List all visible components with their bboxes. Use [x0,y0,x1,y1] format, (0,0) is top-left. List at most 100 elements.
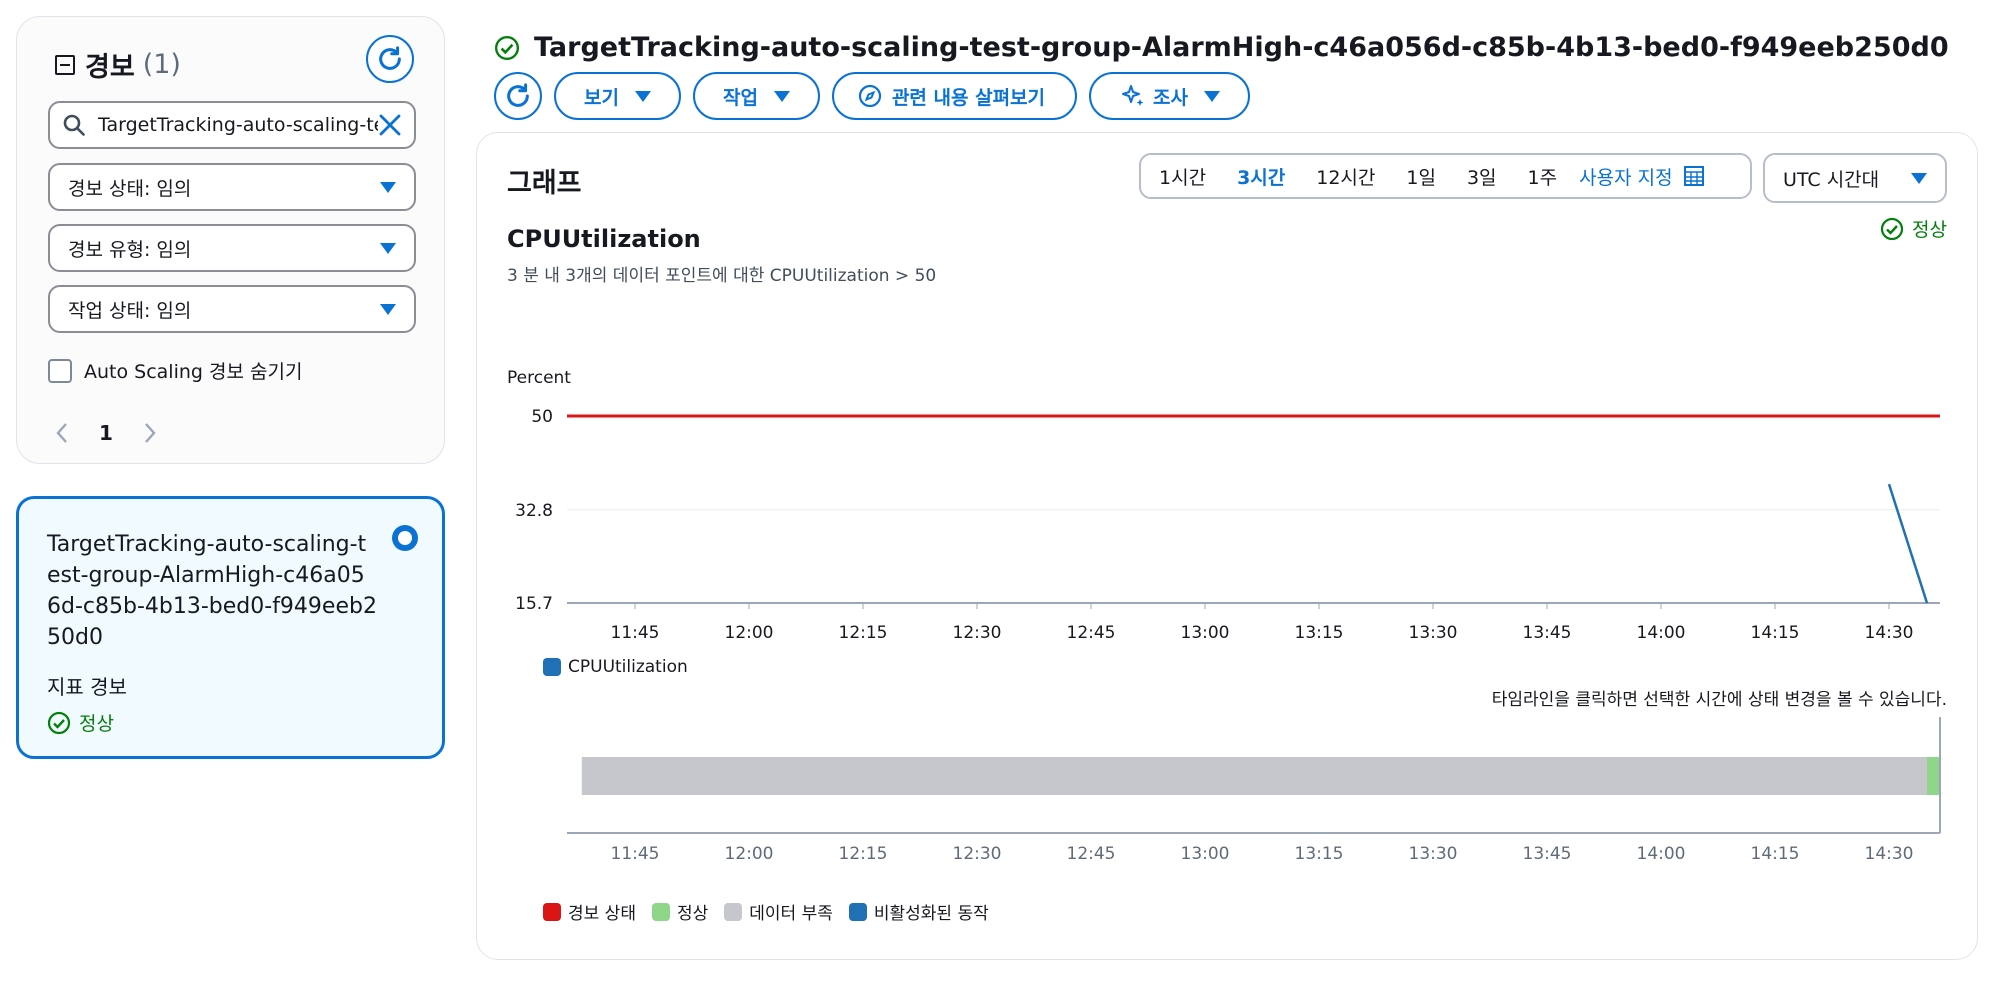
alarm-card[interactable]: TargetTracking-auto-scaling-test-group-A… [16,496,445,759]
caret-down-icon [1203,90,1220,102]
range-custom[interactable]: 사용자 지정 [1579,163,1704,190]
alarm-toolbar: 보기 작업 관련 내용 살펴보기 조사 [494,72,1262,120]
timeline-tick-label: 12:30 [953,844,1002,864]
chevron-left-icon[interactable] [55,422,69,444]
timeline-tick-label: 11:45 [611,844,660,864]
panel-refresh-button[interactable] [366,35,414,83]
view-button[interactable]: 보기 [554,72,681,120]
alarm-count: (1) [142,49,181,80]
timeline-tick-label: 12:15 [839,844,888,864]
caret-down-icon [380,242,396,254]
metric-chart[interactable]: Percent 50 32.8 15.7 11:45 11:45 12:00 12:00 12:… [477,133,1979,961]
clear-icon[interactable] [378,113,402,137]
collapse-icon[interactable] [55,54,75,75]
series-line [1887,483,1929,604]
y-tick-label: 50 [531,407,553,427]
timezone-select[interactable]: UTC 시간대 [1763,153,1947,203]
timeline-tick-label: 13:15 [1295,844,1344,864]
status-ok-icon [494,35,520,60]
range-1h[interactable]: 1시간 [1159,163,1206,190]
caret-down-icon [773,90,790,102]
x-tick-label: 13:00 [1181,623,1230,643]
y-tick-label: 15.7 [515,594,553,614]
page-title: TargetTracking-auto-scaling-test-group-A… [534,32,1949,63]
range-1d[interactable]: 1일 [1406,163,1436,190]
x-tick-label: 12:15 [839,623,888,643]
metric-legend-label: CPUUtilization [568,657,688,677]
range-12h[interactable]: 12시간 [1316,163,1375,190]
refresh-icon [507,83,529,107]
search-icon [63,114,85,136]
x-tick-label: 13:15 [1295,623,1344,643]
investigate-label: 조사 [1153,86,1188,109]
range-3h[interactable]: 3시간 [1237,163,1285,190]
x-tick-label: 14:00 [1637,623,1686,643]
alarm-type-select[interactable]: 경보 유형: 임의 [48,224,416,272]
alarm-filter-panel: 경보 (1) 경보 상태: 임의 경보 유형: 임의 작업 상태: 임의 Aut… [16,16,445,464]
timeline-tick-label: 13:45 [1523,844,1572,864]
state-legend-label: 경보 상태 [568,904,636,924]
alarm-state-select-label: 경보 상태: 임의 [68,177,192,200]
legend-swatch [543,658,561,676]
caret-down-icon [634,90,651,102]
range-custom-label: 사용자 지정 [1579,166,1673,189]
page-header: TargetTracking-auto-scaling-test-group-A… [494,32,1949,63]
search-input[interactable] [98,114,378,136]
metric-state: 정상 [1880,215,1947,242]
state-legend-alarm: 경보 상태 [543,899,636,924]
compass-icon [858,84,882,108]
timeline-tick-label: 13:00 [1181,844,1230,864]
metric-state-label: 정상 [1912,219,1947,241]
refresh-button[interactable] [494,72,542,120]
timezone-label: UTC 시간대 [1783,168,1880,191]
x-tick-label: 12:30 [953,623,1002,643]
alarm-search[interactable] [48,101,416,149]
investigate-button[interactable]: 조사 [1089,72,1250,120]
alarm-card-name: TargetTracking-auto-scaling-test-group-A… [47,532,377,650]
y-tick-label: 32.8 [515,501,553,521]
hide-autoscaling-label: Auto Scaling 경보 숨기기 [84,361,303,383]
y-axis-label: Percent [507,368,571,388]
hide-autoscaling-checkbox[interactable] [48,358,72,383]
legend-swatch [848,902,867,921]
alarm-type-select-label: 경보 유형: 임의 [68,238,192,261]
refresh-icon [379,46,401,70]
legend-swatch [651,902,670,921]
explore-related-button[interactable]: 관련 내용 살펴보기 [831,72,1078,120]
state-legend-label: 정상 [676,904,709,924]
caret-down-icon [380,181,396,193]
legend-swatch [724,902,743,921]
caret-down-icon [1911,172,1927,184]
page-number[interactable]: 1 [99,421,113,445]
state-legend-label: 데이터 부족 [749,904,833,924]
metric-legend-item[interactable]: CPUUtilization [543,657,688,677]
range-1w[interactable]: 1주 [1528,163,1558,190]
chevron-right-icon[interactable] [143,422,157,444]
graph-title: 그래프 [507,168,582,199]
range-3d[interactable]: 3일 [1467,163,1497,190]
actions-button-label: 작업 [722,86,758,109]
alarm-card-state-label: 정상 [79,713,114,735]
action-state-select[interactable]: 작업 상태: 임의 [48,285,416,333]
calendar-icon [1683,166,1704,186]
explore-related-label: 관련 내용 살펴보기 [891,86,1046,109]
timeline-tick-label: 14:15 [1751,844,1800,864]
filter-panel-title: 경보 [85,52,135,83]
alarm-state-select[interactable]: 경보 상태: 임의 [48,163,416,211]
hide-autoscaling-row: Auto Scaling 경보 숨기기 [48,357,302,384]
alarm-radio-selected[interactable] [392,525,418,551]
state-legend: 경보 상태 정상 데이터 부족 비활성화된 동작 [543,899,1005,924]
timeline-segment [581,757,1927,795]
timeline-hint: 타임라인을 클릭하면 선택한 시간에 상태 변경을 볼 수 있습니다. [1491,690,1947,710]
filter-panel-header: 경보 (1) [55,45,181,84]
x-tick-label: 12:45 [1067,623,1116,643]
view-button-label: 보기 [584,86,619,109]
status-ok-icon [47,711,71,734]
alarm-card-state: 정상 [47,709,114,736]
timeline-tick-label: 14:00 [1637,844,1686,864]
state-legend-disabled: 비활성화된 동작 [848,899,989,924]
metric-legend: CPUUtilization [543,657,704,677]
state-legend-label: 비활성화된 동작 [873,904,989,924]
actions-button[interactable]: 작업 [692,72,820,120]
metric-condition: 3 분 내 3개의 데이터 포인트에 대한 CPUUtilization > 5… [507,266,937,286]
